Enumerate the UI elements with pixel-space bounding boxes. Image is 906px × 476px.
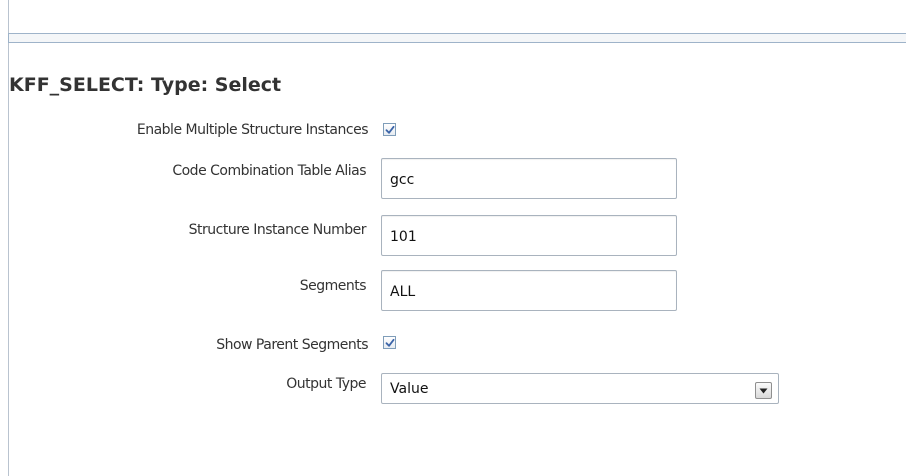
show-parent-segments-checkbox[interactable] xyxy=(383,336,396,349)
output-type-label: Output Type xyxy=(286,376,366,392)
checkmark-icon xyxy=(385,338,395,347)
section-title: KFF_SELECT: Type: Select xyxy=(9,74,282,96)
output-type-value: Value xyxy=(390,381,429,397)
checkmark-icon xyxy=(385,125,395,134)
chevron-down-icon xyxy=(759,388,768,394)
structure-instance-number-label: Structure Instance Number xyxy=(188,222,367,238)
code-combination-table-alias-label: Code Combination Table Alias xyxy=(172,163,366,179)
code-combination-table-alias-value: gcc xyxy=(390,172,415,188)
structure-instance-number-value: 101 xyxy=(390,229,417,245)
segments-label: Segments xyxy=(299,278,367,294)
output-type-select[interactable]: Value xyxy=(381,373,779,404)
segments-input[interactable]: ALL xyxy=(381,270,677,311)
header-bar xyxy=(8,33,906,43)
code-combination-table-alias-input[interactable]: gcc xyxy=(381,158,677,199)
enable-multiple-structure-instances-label: Enable Multiple Structure Instances xyxy=(136,122,369,138)
output-type-dropdown-button[interactable] xyxy=(755,382,772,399)
enable-multiple-structure-instances-checkbox[interactable] xyxy=(383,123,396,136)
structure-instance-number-input[interactable]: 101 xyxy=(381,215,677,256)
left-border-rule xyxy=(8,0,9,476)
show-parent-segments-label: Show Parent Segments xyxy=(216,337,368,353)
segments-value: ALL xyxy=(390,284,416,300)
